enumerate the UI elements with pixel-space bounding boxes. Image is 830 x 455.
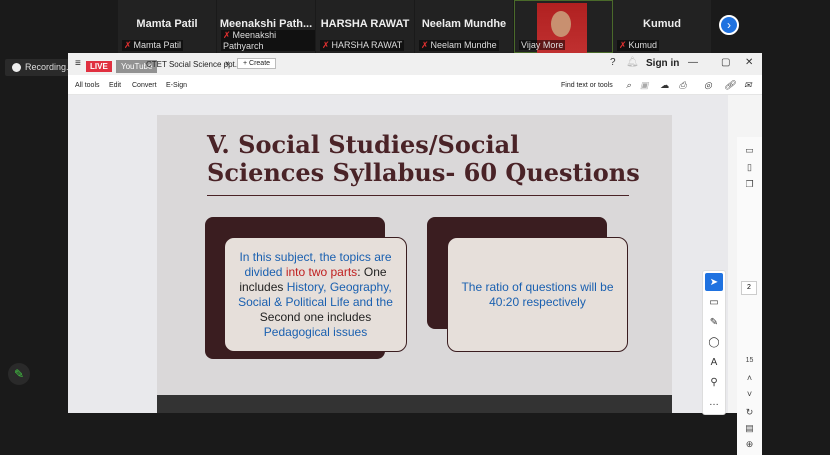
- prev-page-button[interactable]: ˄: [737, 373, 762, 383]
- page-number-input[interactable]: 2: [741, 281, 757, 295]
- lasso-tool-icon[interactable]: ◯: [703, 333, 725, 353]
- mic-muted-icon: ✗: [124, 40, 132, 50]
- participant-name: HARSHA RAWAT: [320, 18, 410, 30]
- total-pages: 15: [745, 357, 754, 364]
- mic-muted-icon: ✗: [619, 40, 627, 50]
- participant-tile[interactable]: Meenakshi Path... ✗ Meenakshi Pathyarch: [217, 0, 316, 53]
- sign-in-button[interactable]: Sign in: [646, 58, 679, 69]
- next-participants-button[interactable]: ›: [719, 15, 739, 35]
- annotation-toolbar: ➤ ▭ ✎ ◯ A ⚲ …: [702, 270, 726, 415]
- stamp-tool-icon[interactable]: ⚲: [703, 373, 725, 393]
- participant-name: Mamta Patil: [136, 18, 198, 30]
- participant-tile[interactable]: Mamta Patil ✗ Mamta Patil: [118, 0, 217, 53]
- slide-footer-bar: [157, 395, 672, 413]
- esign-menu[interactable]: E-Sign: [166, 82, 187, 89]
- participant-label: Vijay More: [521, 40, 564, 50]
- participant-tile[interactable]: Kumud ✗ Kumud: [613, 0, 712, 53]
- participant-label: Mamta Patil: [133, 40, 182, 50]
- participant-label: HARSHA RAWAT: [331, 40, 403, 50]
- content-box-ratio: The ratio of questions will be 40:20 res…: [447, 237, 628, 352]
- content-box-parts: In this subject, the topics are divided …: [224, 237, 407, 352]
- mic-muted-icon: ✗: [322, 40, 330, 50]
- toolbar: All tools Edit Convert E-Sign Find text …: [68, 75, 762, 95]
- bell-icon[interactable]: 🔔︎: [626, 57, 639, 68]
- bookmark-panel-icon[interactable]: ▯: [737, 162, 762, 173]
- annotate-pen-button[interactable]: ✎: [8, 363, 30, 385]
- edit-menu[interactable]: Edit: [109, 82, 121, 89]
- comments-panel-icon[interactable]: ▭: [737, 145, 762, 156]
- participant-tile[interactable]: HARSHA RAWAT ✗ HARSHA RAWAT: [316, 0, 415, 53]
- document-view[interactable]: V. Social Studies/Social Sciences Syllabu…: [68, 95, 762, 455]
- pages-panel-icon[interactable]: ❐: [737, 179, 762, 190]
- slide-title: V. Social Studies/Social Sciences Syllabu…: [207, 130, 640, 187]
- live-badge: LIVE: [86, 61, 112, 72]
- participant-tile[interactable]: Neelam Mundhe ✗ Neelam Mundhe: [415, 0, 514, 53]
- pen-tool-icon[interactable]: ✎: [703, 313, 725, 333]
- page-settings-icon[interactable]: ▤: [737, 423, 762, 434]
- more-tools-icon[interactable]: …: [703, 393, 725, 413]
- participant-label: Kumud: [628, 40, 658, 50]
- participant-name: Meenakshi Path...: [219, 18, 313, 30]
- participant-label: Neelam Mundhe: [430, 40, 497, 50]
- tab-bar: ≡ LIVE YouTube CTET Social Science ppt..…: [68, 53, 762, 75]
- link-icon[interactable]: 🔗︎: [724, 80, 735, 91]
- create-button[interactable]: + Create: [237, 58, 277, 69]
- next-page-button[interactable]: ˅: [737, 389, 762, 399]
- right-panel: ▭ ▯ ❐ 15 ˄ ˅ ↻ ▤ ⊕: [737, 137, 762, 455]
- find-tools-search[interactable]: Find text or tools: [561, 82, 613, 89]
- mic-muted-icon: ✗: [421, 40, 429, 50]
- share-user-icon[interactable]: ◎: [704, 80, 712, 91]
- all-tools-menu[interactable]: All tools: [75, 82, 100, 89]
- select-tool-icon[interactable]: ➤: [705, 273, 723, 291]
- save-icon[interactable]: ▣: [640, 80, 649, 91]
- text-tool-icon[interactable]: A: [703, 353, 725, 373]
- search-icon[interactable]: ⌕: [626, 80, 631, 91]
- participant-strip: Mamta Patil ✗ Mamta Patil Meenakshi Path..…: [118, 0, 748, 53]
- zoom-in-icon[interactable]: ⊕: [737, 439, 762, 450]
- menu-icon[interactable]: ≡: [75, 58, 81, 69]
- close-tab-icon[interactable]: ×: [225, 59, 230, 68]
- help-icon[interactable]: ?: [610, 57, 616, 68]
- comment-tool-icon[interactable]: ▭: [703, 293, 725, 313]
- participant-tile-video[interactable]: Vijay More: [514, 0, 613, 53]
- minimize-button[interactable]: —: [688, 57, 698, 68]
- email-icon[interactable]: ✉: [744, 80, 752, 91]
- participant-name: Neelam Mundhe: [421, 18, 507, 30]
- close-button[interactable]: ✕: [745, 57, 753, 68]
- participant-name: Kumud: [643, 18, 681, 30]
- print-icon[interactable]: ⎙: [679, 80, 686, 91]
- slide: V. Social Studies/Social Sciences Syllabu…: [157, 115, 672, 413]
- convert-menu[interactable]: Convert: [132, 82, 157, 89]
- cloud-upload-icon[interactable]: ☁: [660, 80, 669, 91]
- mic-muted-icon: ✗: [223, 30, 231, 40]
- acrobat-window: ≡ LIVE YouTube CTET Social Science ppt..…: [68, 53, 762, 455]
- title-divider: [207, 195, 629, 196]
- maximize-button[interactable]: ▢: [721, 57, 730, 68]
